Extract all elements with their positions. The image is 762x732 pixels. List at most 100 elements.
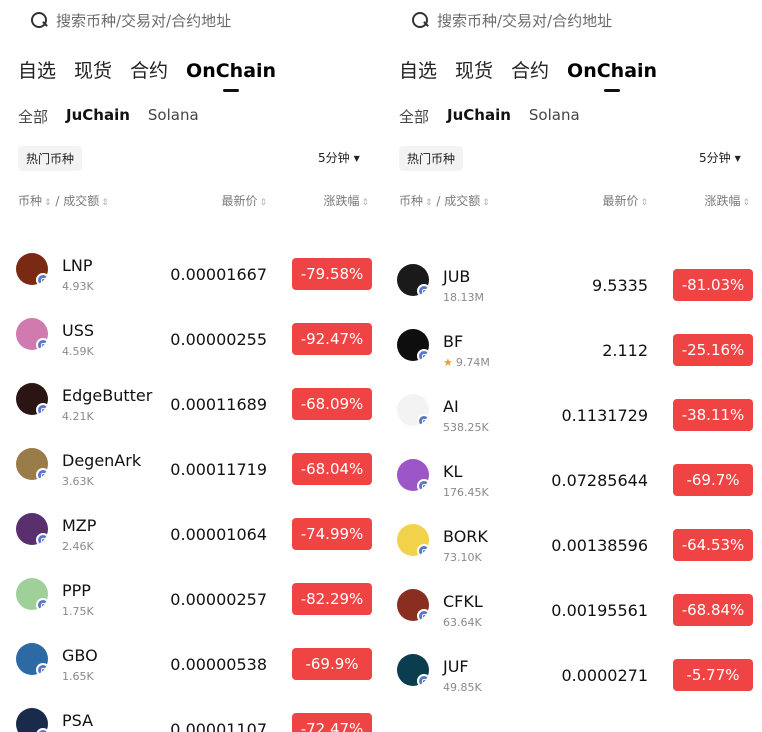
coin-symbol: BF bbox=[443, 332, 464, 351]
change-badge[interactable]: -68.84% bbox=[673, 594, 753, 626]
search-input[interactable]: 搜索币种/交易对/合约地址 bbox=[20, 4, 370, 36]
list-item[interactable]: PPP 1.75K 0.00000257 -82.29% bbox=[0, 563, 381, 623]
list-item[interactable]: KL 176.45K 0.07285644 -69.7% bbox=[381, 444, 762, 504]
coin-price: 0.00000257 bbox=[170, 590, 267, 609]
header-change[interactable]: 涨跌幅 ⇕ bbox=[323, 192, 369, 209]
coin-price: 9.5335 bbox=[592, 276, 648, 295]
tab-watchlist[interactable]: 自选 bbox=[18, 56, 56, 83]
header-coin-volume[interactable]: 币种 ⇕ / 成交额 ⇕ bbox=[399, 192, 490, 209]
coin-volume-value: 4.93K bbox=[62, 280, 94, 293]
tab-spot[interactable]: 现货 bbox=[74, 56, 112, 83]
coin-avatar bbox=[16, 318, 48, 350]
list-item[interactable]: GBO 1.65K 0.00000538 -69.9% bbox=[0, 628, 381, 688]
list-item[interactable]: JUF 49.85K 0.0000271 -5.77% bbox=[381, 639, 762, 699]
change-badge[interactable]: -69.9% bbox=[292, 648, 372, 680]
change-badge[interactable]: -72.47% bbox=[292, 713, 372, 732]
list-item[interactable]: USS 4.59K 0.00000255 -92.47% bbox=[0, 303, 381, 363]
coin-avatar bbox=[397, 524, 429, 556]
market-tabs: 自选 现货 合约 OnChain bbox=[399, 56, 657, 83]
chain-juchain[interactable]: JuChain bbox=[447, 106, 511, 127]
sort-icon: ⇕ bbox=[482, 198, 490, 208]
interval-select[interactable]: 5分钟 ▼ bbox=[318, 149, 360, 166]
coin-symbol: USS bbox=[62, 321, 95, 340]
header-price[interactable]: 最新价 ⇕ bbox=[602, 192, 648, 209]
change-badge[interactable]: -64.53% bbox=[673, 529, 753, 561]
right-screen: 29.45M 0.99775525 -0.00% JUB 18.13M 9.5335… bbox=[381, 0, 762, 732]
change-badge[interactable]: -68.09% bbox=[292, 388, 372, 420]
tab-contract[interactable]: 合约 bbox=[511, 56, 549, 83]
header-price-label: 最新价 bbox=[602, 194, 639, 208]
interval-label: 5分钟 bbox=[318, 151, 350, 165]
header-change[interactable]: 涨跌幅 ⇕ bbox=[704, 192, 750, 209]
change-badge[interactable]: -81.03% bbox=[673, 269, 753, 301]
chain-badge-icon bbox=[36, 273, 48, 285]
coin-price: 0.00001667 bbox=[170, 265, 267, 284]
coin-price: 0.1131729 bbox=[561, 406, 648, 425]
change-badge[interactable]: -82.29% bbox=[292, 583, 372, 615]
change-badge[interactable]: -69.7% bbox=[673, 464, 753, 496]
change-badge[interactable]: -0.00% bbox=[673, 166, 753, 192]
interval-select[interactable]: 5分钟 ▼ bbox=[699, 149, 741, 166]
caret-down-icon: ▼ bbox=[353, 154, 360, 163]
chain-all[interactable]: 全部 bbox=[399, 106, 429, 127]
coin-volume: 538.25K bbox=[443, 421, 489, 434]
change-badge[interactable]: -38.11% bbox=[673, 399, 753, 431]
coin-price: 0.00001064 bbox=[170, 525, 267, 544]
coin-price: 0.00011689 bbox=[170, 395, 267, 414]
list-item[interactable]: MZP 2.46K 0.00001064 -74.99% bbox=[0, 498, 381, 558]
coin-volume: 176.45K bbox=[443, 486, 489, 499]
change-badge[interactable]: -5.77% bbox=[673, 659, 753, 691]
coin-avatar bbox=[16, 383, 48, 415]
tab-spot[interactable]: 现货 bbox=[455, 56, 493, 83]
tab-contract[interactable]: 合约 bbox=[130, 56, 168, 83]
chain-badge-icon bbox=[36, 598, 48, 610]
chain-solana[interactable]: Solana bbox=[148, 106, 199, 127]
tab-onchain[interactable]: OnChain bbox=[186, 60, 276, 82]
chain-solana[interactable]: Solana bbox=[529, 106, 580, 127]
list-item[interactable]: BORK 73.10K 0.00138596 -64.53% bbox=[381, 509, 762, 569]
list-item[interactable]: JUB 18.13M 9.5335 -81.03% bbox=[381, 249, 762, 309]
list-item[interactable]: DegenArk 3.63K 0.00011719 -68.04% bbox=[0, 433, 381, 493]
chain-badge-icon bbox=[417, 609, 429, 621]
coin-price: 0.00011719 bbox=[170, 460, 267, 479]
list-item[interactable]: AI 538.25K 0.1131729 -38.11% bbox=[381, 379, 762, 439]
coin-price: 0.00000255 bbox=[170, 330, 267, 349]
tab-watchlist[interactable]: 自选 bbox=[399, 56, 437, 83]
header-price[interactable]: 最新价 ⇕ bbox=[221, 192, 267, 209]
coin-volume-value: 176.45K bbox=[443, 486, 489, 499]
header-change-label: 涨跌幅 bbox=[323, 194, 360, 208]
chain-filter: 全部 JuChain Solana bbox=[399, 106, 580, 127]
header-volume: 成交额 bbox=[63, 194, 100, 208]
header-coin-volume[interactable]: 币种 ⇕ / 成交额 ⇕ bbox=[18, 192, 109, 209]
list-item[interactable]: LNP 4.93K 0.00001667 -79.58% bbox=[0, 238, 381, 298]
hot-coins-chip[interactable]: 热门币种 bbox=[18, 146, 83, 171]
hot-coins-chip[interactable]: 热门币种 bbox=[399, 146, 464, 171]
chain-all[interactable]: 全部 bbox=[18, 106, 48, 127]
coin-avatar bbox=[397, 394, 429, 426]
sort-icon: ⇕ bbox=[101, 198, 109, 208]
chain-badge-icon bbox=[36, 728, 48, 732]
chain-badge-icon bbox=[36, 403, 48, 415]
search-icon bbox=[30, 11, 48, 29]
change-badge[interactable]: -92.47% bbox=[292, 323, 372, 355]
sort-icon: ⇕ bbox=[425, 198, 433, 208]
list-item[interactable]: EdgeButter 4.21K 0.00011689 -68.09% bbox=[0, 368, 381, 428]
change-badge[interactable]: -79.58% bbox=[292, 258, 372, 290]
tab-onchain[interactable]: OnChain bbox=[567, 60, 657, 82]
chain-badge-icon bbox=[417, 284, 429, 296]
coin-symbol: JUB bbox=[443, 267, 471, 286]
chain-badge-icon bbox=[36, 533, 48, 545]
chain-juchain[interactable]: JuChain bbox=[66, 106, 130, 127]
coin-price: 0.07285644 bbox=[551, 471, 648, 490]
coin-volume: 63.64K bbox=[443, 616, 482, 629]
list-item[interactable]: BF ★ 9.74M 2.112 -25.16% bbox=[381, 314, 762, 374]
search-placeholder: 搜索币种/交易对/合约地址 bbox=[437, 11, 613, 30]
search-input[interactable]: 搜索币种/交易对/合约地址 bbox=[401, 4, 751, 36]
list-item[interactable]: CFKL 63.64K 0.00195561 -68.84% bbox=[381, 574, 762, 634]
change-badge[interactable]: -25.16% bbox=[673, 334, 753, 366]
change-badge[interactable]: -68.04% bbox=[292, 453, 372, 485]
list-item[interactable]: PSA 0.00001107 -72.47% bbox=[0, 693, 381, 732]
coin-avatar bbox=[16, 513, 48, 545]
change-badge[interactable]: -74.99% bbox=[292, 518, 372, 550]
coin-symbol: MZP bbox=[62, 516, 97, 535]
